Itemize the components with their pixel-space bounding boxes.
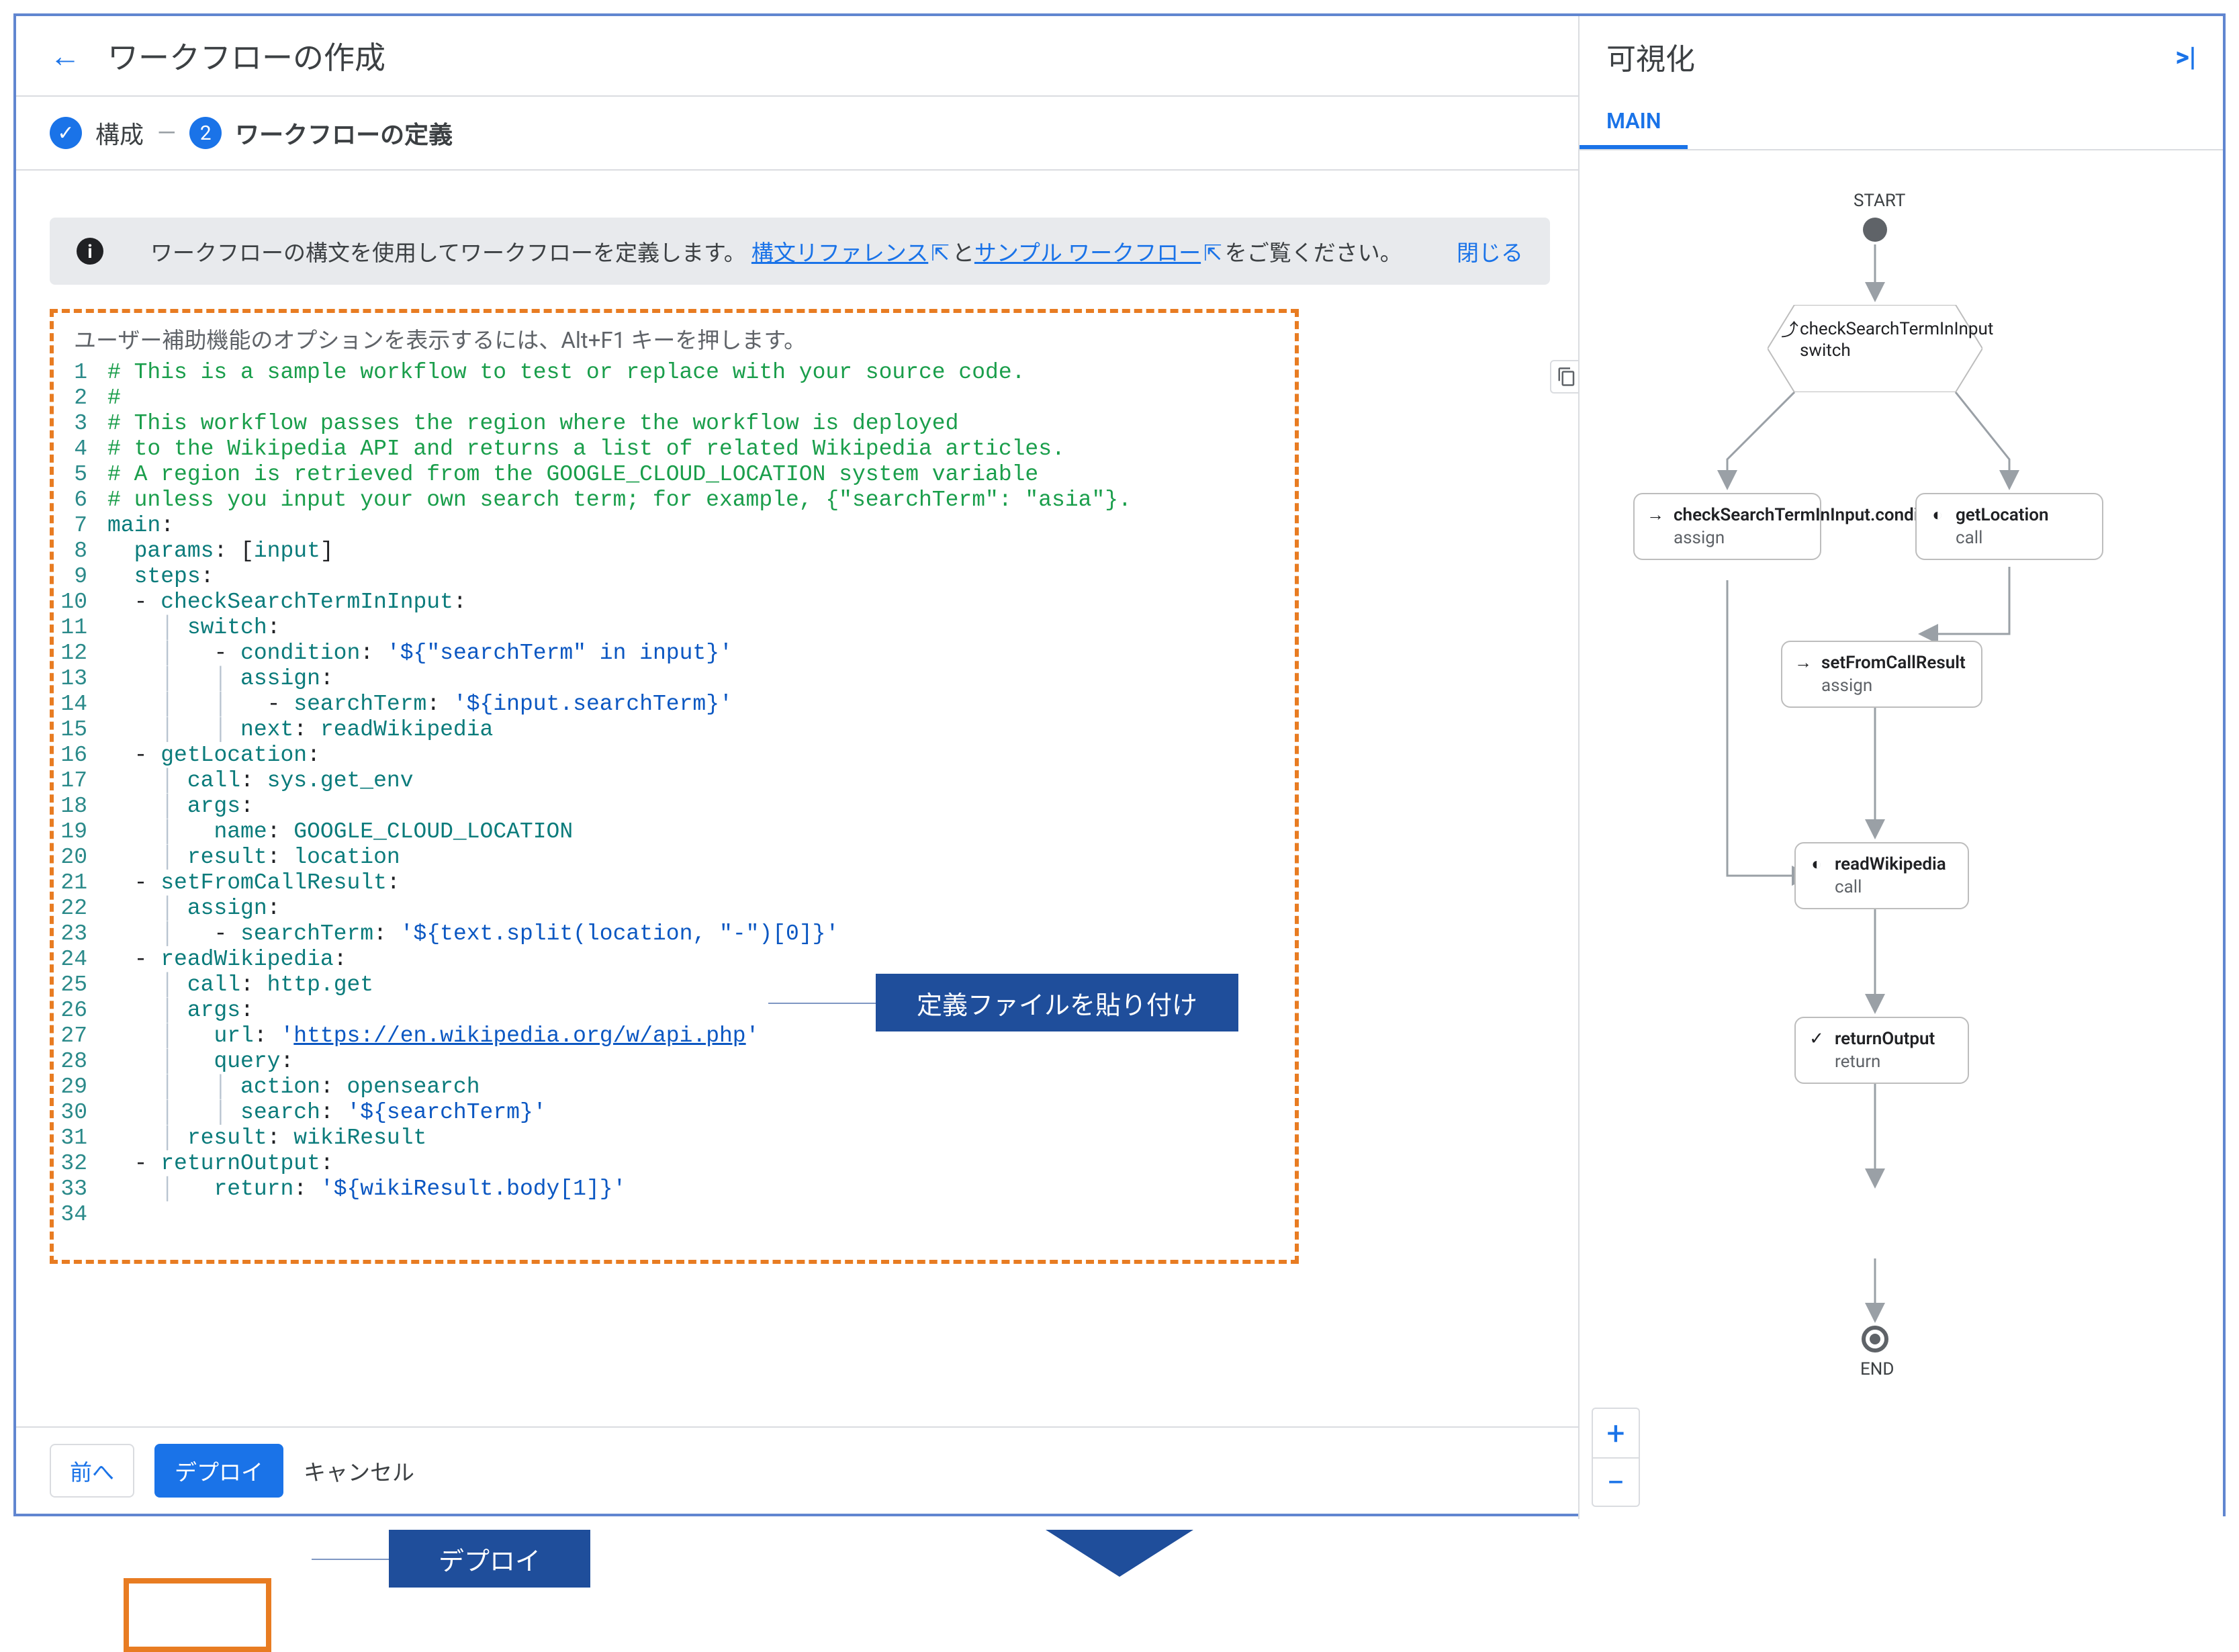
banner-link-sample[interactable]: サンプル ワークフロー [974, 240, 1201, 267]
graph-start-node [1863, 218, 1887, 242]
annotation-connector [312, 1559, 389, 1560]
external-link-icon: ⇱ [931, 240, 950, 267]
step-2-label: ワークフローの定義 [235, 116, 453, 150]
graph-start-label: START [1854, 191, 1905, 211]
step-divider: — [157, 119, 176, 147]
graph-node-readwikipedia[interactable]: ◐ readWikipediacall [1794, 842, 1969, 909]
step-2-badge: 2 [189, 117, 222, 149]
zoom-control: + − [1592, 1408, 1640, 1507]
stepper: 構成 — 2 ワークフローの定義 [16, 97, 1584, 171]
banner-link-syntax[interactable]: 構文リファレンス [751, 240, 928, 267]
check-icon: ✓ [1807, 1029, 1827, 1049]
info-banner: i ワークフローの構文を使用してワークフローを定義します。 構文リファレンス⇱と… [50, 218, 1550, 285]
step-1-label[interactable]: 構成 [95, 116, 144, 150]
back-arrow-icon[interactable]: ← [50, 38, 81, 75]
banner-close-button[interactable]: 閉じる [1457, 235, 1523, 267]
visualization-title: 可視化 [1606, 35, 1695, 78]
info-icon: i [77, 238, 103, 265]
zoom-in-button[interactable]: + [1593, 1409, 1639, 1457]
graph-end-node [1862, 1326, 1888, 1352]
branch-icon: ⤴ [1781, 320, 1798, 341]
page-title: ワークフローの作成 [107, 34, 1819, 78]
footer-actions: 前へ デプロイ キャンセル [16, 1426, 1584, 1514]
annotation-paste: 定義ファイルを貼り付け [876, 974, 1238, 1031]
down-arrow-decoration [1046, 1530, 1193, 1577]
arrow-right-icon: → [1793, 653, 1813, 673]
banner-text: ワークフローの構文を使用してワークフローを定義します。 構文リファレンス⇱とサン… [150, 235, 1402, 267]
annotation-highlight-deploy [124, 1578, 271, 1652]
graph-node-setfromcallresult[interactable]: → setFromCallResultassign [1781, 641, 1982, 708]
prev-button[interactable]: 前へ [50, 1444, 134, 1498]
collapse-panel-icon[interactable]: >| [2175, 41, 2196, 73]
a11y-hint: ユーザー補助機能のオプションを表示するには、Alt+F1 キーを押します。 [60, 322, 1288, 360]
globe-icon: ◐ [1807, 854, 1827, 874]
arrow-right-icon: → [1645, 505, 1665, 525]
code-editor[interactable]: ユーザー補助機能のオプションを表示するには、Alt+F1 キーを押します。 1#… [50, 309, 1299, 1264]
annotation-connector [768, 1003, 876, 1004]
graph-node-getlocation[interactable]: ◐ getLocationcall [1915, 493, 2103, 560]
step-1-check-icon [50, 117, 82, 149]
graph-node-returnoutput[interactable]: ✓ returnOutputreturn [1794, 1017, 1969, 1084]
graph-end-label: END [1860, 1359, 1894, 1379]
graph-node-condition1[interactable]: → checkSearchTermInInput.condition1assig… [1633, 493, 1821, 560]
globe-icon: ◐ [1927, 505, 1948, 525]
zoom-out-button[interactable]: − [1593, 1457, 1639, 1506]
tab-main[interactable]: MAIN [1580, 97, 1688, 149]
cancel-button[interactable]: キャンセル [304, 1455, 414, 1487]
deploy-button[interactable]: デプロイ [154, 1444, 283, 1498]
external-link-icon: ⇱ [1203, 240, 1222, 267]
graph-node-switch[interactable]: ⤴ checkSearchTermInInputswitch [1768, 305, 1982, 392]
annotation-deploy: デプロイ [389, 1530, 590, 1588]
workflow-graph[interactable]: START ⤴ checkSearchTermInInputswitch → c… [1580, 150, 2223, 1519]
